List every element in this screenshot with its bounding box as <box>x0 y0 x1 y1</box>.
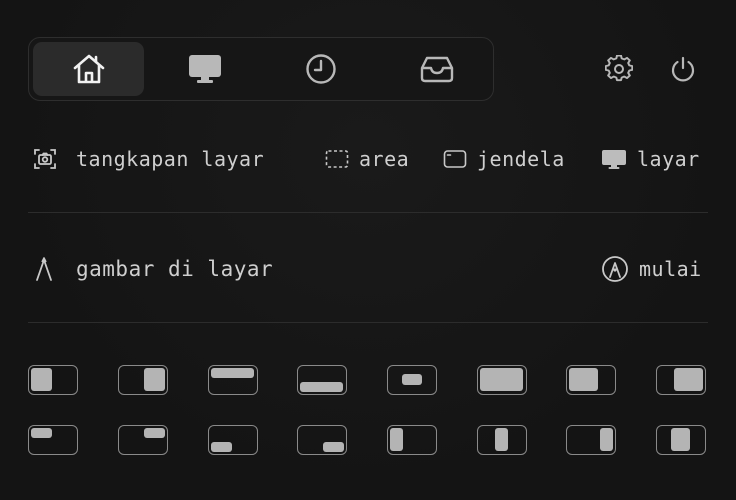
tab-inbox[interactable] <box>381 42 492 96</box>
draw-start-button[interactable]: mulai <box>601 254 702 284</box>
screenshot-screen-option[interactable]: layar <box>601 145 700 173</box>
layout-bottom-half[interactable] <box>297 365 347 395</box>
power-button[interactable] <box>668 54 698 84</box>
screenshot-window-label: jendela <box>477 147 565 171</box>
layout-bottom-left[interactable] <box>208 425 258 455</box>
inbox-tray-icon <box>420 56 453 83</box>
draw-start-label: mulai <box>639 257 702 281</box>
divider <box>28 322 708 323</box>
home-icon <box>73 54 104 84</box>
settings-button[interactable] <box>604 54 634 84</box>
layout-top-half[interactable] <box>208 365 258 395</box>
layout-maximize[interactable] <box>477 365 527 395</box>
layout-left-two-thirds[interactable] <box>566 365 616 395</box>
layout-bottom-right[interactable] <box>297 425 347 455</box>
screenshot-area-option[interactable]: area <box>325 145 409 173</box>
layout-top-right[interactable] <box>118 425 168 455</box>
layout-right-half[interactable] <box>118 365 168 395</box>
monitor-icon <box>602 150 626 169</box>
gear-icon <box>605 55 633 82</box>
layout-left-half[interactable] <box>28 365 78 395</box>
camera-icon <box>34 149 56 169</box>
tab-history[interactable] <box>265 42 376 96</box>
pen-circle-icon <box>602 256 628 282</box>
layout-center-narrow[interactable] <box>656 425 706 455</box>
draw-label: gambar di layar <box>76 257 274 281</box>
screenshot-screen-label: layar <box>637 147 700 171</box>
app-window: tangkapan layar area jendela layar gamba… <box>0 0 736 500</box>
divider <box>28 212 708 213</box>
clock-icon <box>305 54 336 84</box>
layout-right-two-thirds[interactable] <box>656 365 706 395</box>
screenshot-area-label: area <box>359 147 410 171</box>
layout-right-third[interactable] <box>566 425 616 455</box>
layout-left-third[interactable] <box>387 425 437 455</box>
layout-top-left[interactable] <box>28 425 78 455</box>
monitor-icon <box>188 55 221 83</box>
power-icon <box>671 56 695 82</box>
tab-display[interactable] <box>149 42 260 96</box>
tab-bar <box>28 37 494 101</box>
window-layout-grid <box>28 363 708 457</box>
window-icon <box>443 150 467 168</box>
screenshot-label: tangkapan layar <box>76 147 265 171</box>
layout-center[interactable] <box>387 365 437 395</box>
pen-nib-icon <box>36 257 52 281</box>
tab-home[interactable] <box>33 42 144 96</box>
screenshot-window-option[interactable]: jendela <box>443 145 565 173</box>
dashed-rect-icon <box>325 150 349 168</box>
layout-center-third[interactable] <box>477 425 527 455</box>
